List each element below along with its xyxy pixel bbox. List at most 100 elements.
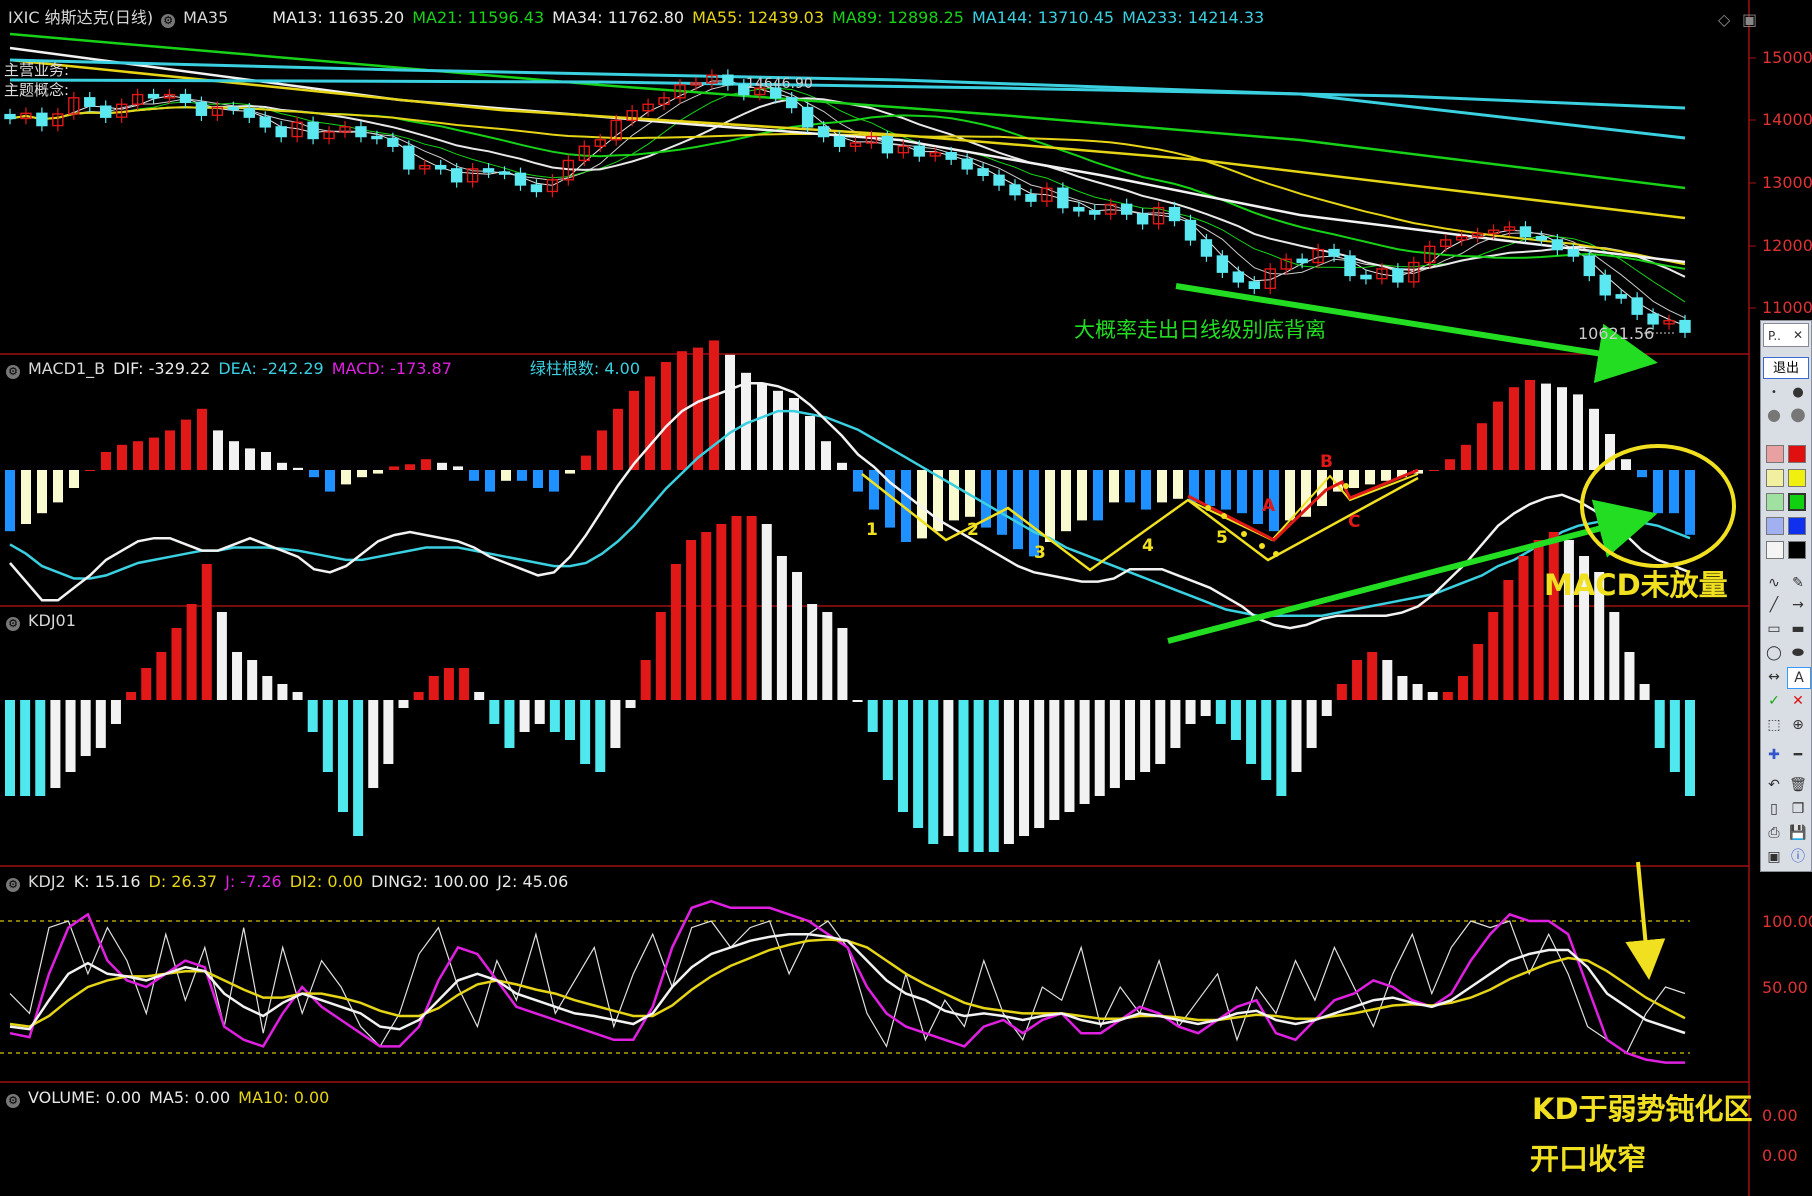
- kdj01-bar: [1473, 644, 1484, 700]
- pencil-icon[interactable]: ✎: [1787, 573, 1809, 593]
- color-swatch[interactable]: [1788, 493, 1806, 511]
- macd-histogram-bar: [1557, 387, 1567, 470]
- macd-histogram-bar: [117, 444, 127, 470]
- macd-histogram-bar: [37, 470, 47, 514]
- macd-histogram-bar: [309, 470, 319, 478]
- color-swatch[interactable]: [1766, 445, 1784, 463]
- candle-body: [1519, 226, 1532, 238]
- macd-histogram-bar: [1157, 470, 1167, 503]
- undo-icon[interactable]: ↶: [1763, 775, 1785, 795]
- diamond-icon[interactable]: ◇: [1718, 10, 1730, 29]
- macd-histogram-bar: [805, 416, 815, 470]
- macd-histogram-bar: [565, 470, 575, 474]
- kdj01-bar: [1276, 700, 1287, 796]
- zoom-icon[interactable]: ⊕: [1787, 715, 1809, 735]
- kdj01-bar: [489, 700, 500, 724]
- macd-histogram-bar: [453, 466, 463, 470]
- kdj2-settings-icon[interactable]: ⚙: [6, 878, 20, 892]
- kdj01-settings-icon[interactable]: ⚙: [6, 617, 20, 631]
- volume-settings-icon[interactable]: ⚙: [6, 1094, 20, 1108]
- macd-histogram-bar: [1509, 387, 1519, 470]
- macd-histogram-bar: [1045, 470, 1055, 542]
- macd-histogram-bar: [69, 470, 79, 488]
- check-icon[interactable]: ✓: [1763, 691, 1785, 711]
- color-swatch[interactable]: [1788, 469, 1806, 487]
- xlarge-dot-icon[interactable]: ●: [1787, 405, 1809, 425]
- minus-icon[interactable]: ━: [1787, 745, 1809, 765]
- legend-item: DING2: 100.00: [371, 872, 490, 891]
- color-swatch[interactable]: [1766, 541, 1784, 559]
- color-swatch[interactable]: [1788, 445, 1806, 463]
- kd-note-line2: 开口收窄: [1530, 1142, 1647, 1176]
- ellipse-tool-icon[interactable]: ◯: [1763, 643, 1785, 663]
- settings-icon[interactable]: ⚙: [161, 14, 176, 28]
- trash-icon[interactable]: 🗑: [1787, 775, 1809, 795]
- kdj01-bar: [897, 700, 908, 812]
- candle-body: [1535, 235, 1548, 241]
- legend-item: MACD: -173.87: [331, 359, 452, 378]
- kdj01-bar: [1049, 700, 1060, 820]
- kdj01-bar: [1457, 676, 1468, 700]
- macd-histogram-bar: [853, 470, 863, 492]
- close-icon[interactable]: ✕: [1787, 325, 1809, 345]
- macd-histogram-bar: [165, 430, 175, 470]
- select-icon[interactable]: ⬚: [1763, 715, 1785, 735]
- copy-icon[interactable]: ❐: [1787, 799, 1809, 819]
- kdj01-bar: [655, 612, 666, 700]
- color-swatch[interactable]: [1788, 541, 1806, 559]
- rect-tool-icon[interactable]: ▭: [1763, 619, 1785, 639]
- add-icon[interactable]: ✚: [1763, 745, 1785, 765]
- text-tool-icon[interactable]: A: [1787, 667, 1811, 689]
- small-dot-icon[interactable]: •: [1763, 383, 1785, 403]
- kdj01-bar: [1624, 652, 1635, 700]
- kdj2-panel: [0, 899, 1690, 1064]
- candle-body: [1631, 297, 1643, 315]
- medium-dot-icon[interactable]: ●: [1787, 383, 1809, 403]
- macd-settings-icon[interactable]: ⚙: [6, 365, 20, 379]
- save-icon[interactable]: 💾: [1787, 823, 1809, 843]
- kd-note-line1: KD于弱势钝化区: [1532, 1086, 1753, 1128]
- macd-histogram-bar: [549, 470, 559, 492]
- filled-ellipse-icon[interactable]: ⬬: [1787, 643, 1809, 663]
- wave-label: 4: [1142, 536, 1154, 556]
- main-business-label: 主营业务:: [4, 61, 70, 79]
- color-swatch[interactable]: [1766, 493, 1784, 511]
- color-swatch[interactable]: [1766, 517, 1784, 535]
- kdj01-bar: [1518, 556, 1529, 700]
- candle-body: [387, 137, 399, 147]
- price-panel: [4, 32, 1691, 338]
- candle-body: [1615, 294, 1627, 299]
- large-dot-icon[interactable]: ●: [1763, 405, 1785, 425]
- double-arrow-icon[interactable]: ↔: [1763, 667, 1785, 687]
- macd-histogram-bar: [261, 452, 271, 470]
- line-tool-icon[interactable]: ╱: [1763, 595, 1785, 615]
- print-icon[interactable]: ⎙: [1763, 823, 1785, 843]
- exit-button[interactable]: 退出: [1763, 357, 1809, 379]
- kdj01-bar: [20, 700, 31, 796]
- window-icon[interactable]: ▣: [1742, 10, 1757, 29]
- macd-histogram-bar: [1141, 470, 1151, 510]
- curve-tool-icon[interactable]: ∿: [1763, 573, 1785, 593]
- color-swatch[interactable]: [1788, 517, 1806, 535]
- legend-item: MA13: 11635.20: [272, 8, 405, 27]
- page-icon[interactable]: ▯: [1763, 799, 1785, 819]
- kdj01-bar: [353, 700, 364, 836]
- price-axis-label: 11000: [1762, 298, 1812, 317]
- macd-histogram-bar: [133, 441, 143, 470]
- kdj01-bar: [701, 532, 712, 700]
- kdj01-bar: [1170, 700, 1181, 748]
- info-icon[interactable]: ⓘ: [1787, 847, 1809, 867]
- filled-rect-icon[interactable]: ▬: [1787, 619, 1809, 639]
- kdj01-bar: [126, 692, 137, 700]
- cross-icon[interactable]: ✕: [1787, 691, 1809, 711]
- kdj01-bar: [625, 700, 636, 708]
- macd-histogram-bar: [1013, 470, 1023, 550]
- image-icon[interactable]: ▣: [1763, 847, 1785, 867]
- color-swatch[interactable]: [1766, 469, 1784, 487]
- kdj2-header: ⚙ KDJ2 K: 15.16 D: 26.37 J: -7.26 DI2: 0.00 DI…: [6, 872, 584, 892]
- macd-histogram-bar: [1589, 408, 1599, 470]
- macd-histogram-bar: [1237, 470, 1247, 514]
- legend-item: VOLUME: 0.00: [28, 1088, 142, 1107]
- arrow-tool-icon[interactable]: →: [1787, 595, 1809, 615]
- kdj01-bar: [1200, 700, 1211, 716]
